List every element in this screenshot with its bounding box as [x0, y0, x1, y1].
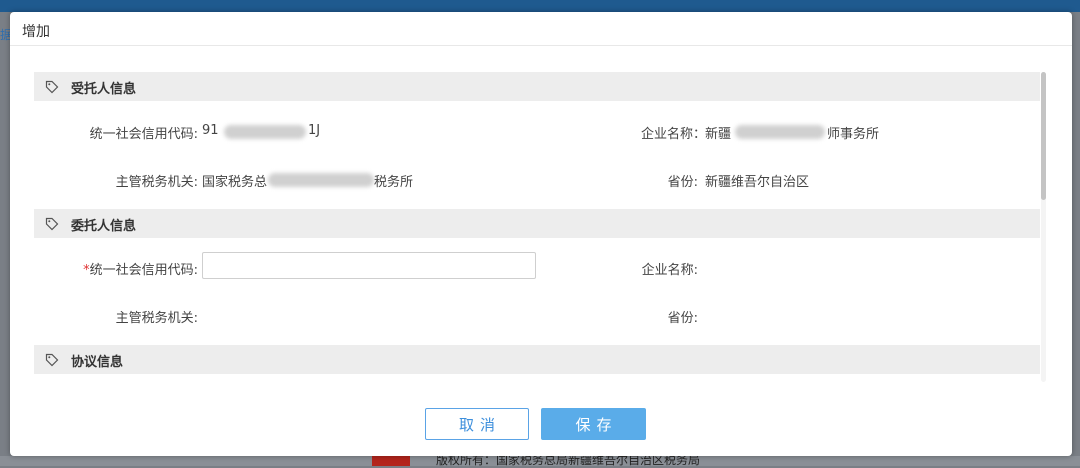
- trustor-credit-code-label-text: 统一社会信用代码:: [89, 263, 198, 278]
- trustor-company-label: 企业名称:: [641, 263, 698, 278]
- trustor-province-label: 省份:: [667, 311, 698, 326]
- redacted-mask: [224, 125, 306, 139]
- trustee-tax-office-value-end: 税务所: [374, 175, 414, 190]
- trustor-credit-code-input[interactable]: [202, 252, 536, 279]
- section-agreement-title: 协议信息: [71, 355, 124, 370]
- section-trustor-title: 委托人信息: [71, 219, 137, 234]
- scrollbar-thumb[interactable]: [1041, 72, 1046, 200]
- trustee-company-label: 企业名称：: [640, 127, 706, 142]
- redacted-mask: [268, 173, 374, 187]
- dialog-title: 增加: [22, 24, 50, 40]
- trustee-province-value: 新疆维吾尔自治区: [705, 175, 810, 190]
- redacted-mask: [735, 125, 825, 139]
- trustee-province-label: 省份:: [667, 175, 698, 190]
- tag-icon: [45, 217, 59, 231]
- trustee-company-value-start: 新疆: [705, 127, 732, 142]
- trustee-credit-code-label: 统一社会信用代码:: [89, 127, 198, 142]
- trustor-credit-code-label: *统一社会信用代码:: [83, 259, 198, 278]
- cancel-button[interactable]: 取消: [425, 408, 529, 440]
- save-button[interactable]: 保存: [541, 408, 646, 440]
- trustee-tax-office-label: 主管税务机关:: [115, 175, 198, 190]
- footer-logo: [372, 456, 410, 466]
- trustee-credit-code-value-end: 1J: [308, 123, 321, 138]
- trustee-tax-office-value-start: 国家税务总: [202, 175, 268, 190]
- tag-icon: [45, 353, 59, 367]
- trustee-credit-code-value-start: 91: [202, 123, 219, 138]
- section-trustor-header: 委托人信息: [34, 209, 1040, 238]
- add-dialog: 增加 受托人信息 统一社会信用代码: 91 1J 企业名称： 新疆 师事务所 主…: [10, 12, 1072, 456]
- dialog-header: 增加: [10, 12, 1072, 46]
- section-trustee-header: 受托人信息: [34, 72, 1040, 101]
- trustee-company-value-end: 师事务所: [827, 127, 880, 142]
- tag-icon: [45, 80, 59, 94]
- background-footer: 版权所有：国家税务总局新疆维吾尔自治区税务局: [0, 453, 1080, 467]
- section-agreement-header: 协议信息: [34, 345, 1040, 374]
- section-trustee-title: 受托人信息: [71, 82, 137, 97]
- background-header: [0, 0, 1080, 12]
- trustor-tax-office-label: 主管税务机关:: [115, 311, 198, 326]
